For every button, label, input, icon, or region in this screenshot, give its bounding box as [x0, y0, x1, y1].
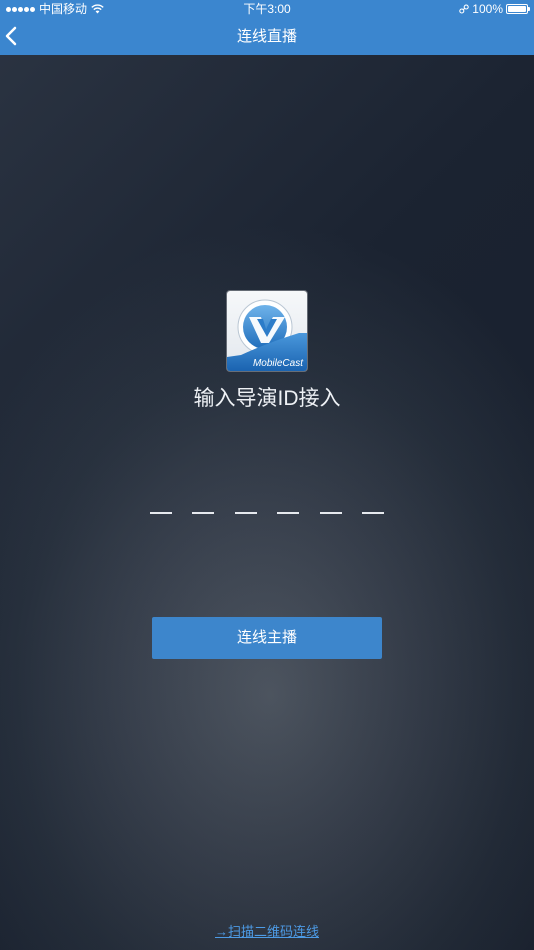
nav-bar: 连线直播: [0, 18, 534, 55]
instruction-heading: 输入导演ID接入: [193, 387, 341, 410]
link-icon: [459, 4, 470, 14]
scan-qr-link[interactable]: →扫描二维码连线: [0, 921, 534, 940]
id-digit-slot: [150, 512, 172, 514]
app-logo: MobileCast: [227, 291, 307, 371]
status-time: 下午3:00: [243, 2, 291, 16]
connect-host-button[interactable]: 连线主播: [152, 617, 382, 659]
id-digit-slot: [277, 512, 300, 514]
director-id-input[interactable]: [150, 508, 384, 518]
battery-icon: [506, 4, 530, 14]
logo-text: MobileCast: [252, 358, 303, 369]
id-digit-slot: [319, 512, 342, 514]
battery-label: 100%: [472, 2, 503, 16]
status-right: 100%: [459, 0, 530, 18]
id-digit-slot: [234, 512, 257, 514]
main-content: MobileCast 输入导演ID接入 连线主播 →扫描二维码连线: [0, 55, 534, 950]
page-title: 连线直播: [236, 28, 297, 45]
id-digit-slot: [192, 512, 215, 514]
top-bar: 中国移动 下午3:00 100% 连线直播: [0, 0, 534, 55]
id-digit-slot: [361, 512, 384, 514]
status-bar: 中国移动 下午3:00 100%: [0, 0, 534, 18]
